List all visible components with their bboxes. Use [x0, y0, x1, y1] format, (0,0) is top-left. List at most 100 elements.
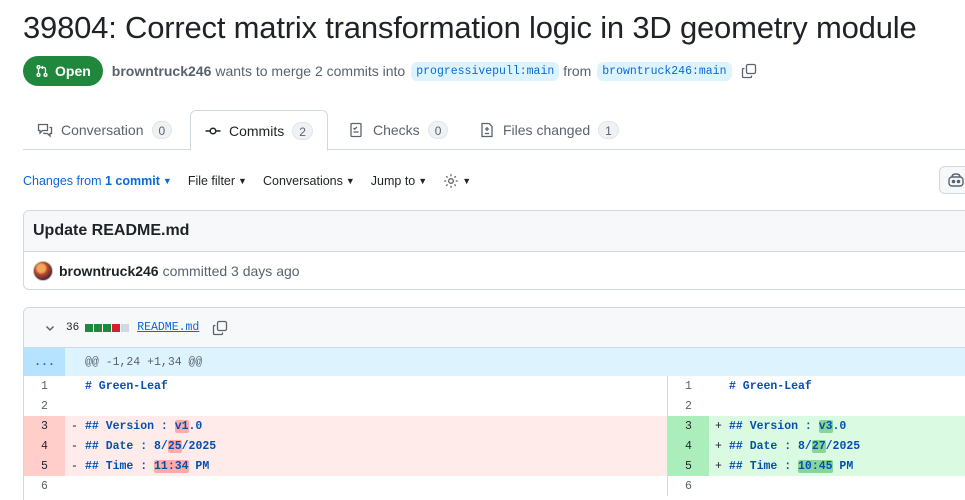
diff-line: 4- ## Date : 8/25/2025: [24, 436, 667, 456]
line-number[interactable]: 4: [24, 436, 65, 456]
line-number[interactable]: 1: [24, 376, 65, 396]
code-token: ## Time :: [729, 459, 799, 473]
chevron-down-icon[interactable]: [44, 322, 56, 334]
tab-files-changed[interactable]: Files changed 1: [465, 110, 633, 150]
jump-to-label: Jump to: [370, 174, 416, 188]
pr-state-badge: Open: [23, 56, 103, 86]
copy-icon[interactable]: [211, 319, 229, 337]
line-code: [65, 396, 667, 416]
diff-sign: -: [71, 439, 78, 453]
code-token: .0: [832, 419, 847, 433]
copilot-button[interactable]: [939, 166, 965, 194]
caret-down-icon: ▼: [162, 176, 172, 186]
line-number[interactable]: 3: [24, 416, 65, 436]
diff-line: 3 + ## Version : v3.0: [668, 416, 965, 436]
changes-prefix: Changes from: [23, 174, 102, 188]
diff-line: 5- ## Time : 11:34 PM: [24, 456, 667, 476]
pr-author-link[interactable]: browntruck246: [112, 63, 212, 79]
tab-conversation[interactable]: Conversation 0: [23, 110, 186, 150]
code-token: ## Version :: [85, 419, 175, 433]
gear-icon: [444, 174, 458, 188]
line-number[interactable]: 1: [668, 376, 709, 396]
line-code: - ## Time : 11:34 PM: [65, 456, 667, 476]
diff-settings-dropdown[interactable]: ▼: [443, 173, 471, 189]
commit-author-link[interactable]: browntruck246: [59, 263, 159, 279]
code-token: # Green-Leaf: [85, 379, 168, 393]
tab-conversation-label: Conversation: [61, 122, 144, 138]
code-token: ## Time :: [85, 459, 155, 473]
commit-card: Update README.md browntruck246 committed…: [23, 210, 965, 290]
line-number[interactable]: 2: [668, 396, 709, 416]
diff-toolbar: Changes from 1 commit ▼ File filter ▼ Co…: [23, 166, 965, 194]
diff-sign: [71, 480, 85, 493]
line-code: - ## Version : v1.0: [65, 416, 667, 436]
file-diff-icon: [481, 122, 493, 138]
tab-checks-label: Checks: [373, 122, 420, 138]
line-number[interactable]: 2: [24, 396, 65, 416]
tab-commits[interactable]: Commits 2: [190, 110, 328, 151]
line-number[interactable]: 6: [668, 476, 709, 496]
line-code: # Green-Leaf: [65, 376, 667, 396]
diff-right-side: 1 # Green-Leaf 2 3 + ## Version : v3.0 4 + ## …: [668, 376, 965, 496]
pr-from-text: from: [563, 63, 592, 79]
diff-sign: +: [715, 419, 722, 433]
diff-line: 1 # Green-Leaf: [24, 376, 667, 396]
diffstat-block: [112, 323, 121, 332]
jump-to-dropdown[interactable]: Jump to ▼: [371, 174, 427, 188]
diff-sign: +: [715, 439, 722, 453]
avatar[interactable]: [33, 261, 53, 281]
caret-down-icon: ▼: [462, 176, 472, 186]
tab-checks[interactable]: Checks 0: [335, 110, 462, 150]
base-branch-link[interactable]: progressivepull:main: [411, 61, 560, 81]
line-number[interactable]: 4: [668, 436, 709, 456]
code-token: 27: [811, 439, 826, 453]
tab-checks-count: 0: [427, 121, 449, 139]
code-token: # Green-Leaf: [729, 379, 812, 393]
file-header: 36 README.md: [24, 308, 965, 348]
head-branch-link[interactable]: browntruck246:main: [597, 61, 732, 81]
commit-meta: browntruck246 committed 3 days ago: [24, 252, 965, 289]
copy-icon[interactable]: [740, 62, 758, 80]
code-token: .0: [188, 419, 203, 433]
line-number[interactable]: 5: [24, 456, 65, 476]
commit-message[interactable]: Update README.md: [24, 211, 965, 252]
code-token: 11:34: [154, 459, 189, 473]
code-token: PM: [188, 459, 210, 473]
diff-line: 1 # Green-Leaf: [668, 376, 965, 396]
line-number[interactable]: 5: [668, 456, 709, 476]
line-code: - ## Date : 8/25/2025: [65, 436, 667, 456]
checklist-icon: [350, 122, 362, 138]
hunk-range: @@ -1,24 +1,34 @@: [85, 355, 203, 369]
hunk-header: ... @@ -1,24 +1,34 @@: [24, 348, 965, 376]
tab-commits-count: 2: [292, 121, 313, 140]
caret-down-icon: ▼: [238, 176, 247, 186]
split-diff: 1 # Green-Leaf 2 3- ## Version : v1.0 4- ## …: [24, 376, 965, 496]
line-number[interactable]: 6: [24, 476, 65, 496]
git-commit-icon: [205, 126, 221, 135]
expand-hunk-button[interactable]: ...: [24, 348, 65, 376]
code-token: PM: [832, 459, 854, 473]
conversations-dropdown[interactable]: Conversations ▼: [263, 174, 355, 188]
caret-down-icon: ▼: [345, 176, 355, 186]
changes-value: 1 commit: [105, 174, 160, 188]
code-token: v3: [818, 419, 833, 433]
diffstat-bar: [85, 323, 130, 332]
file-changes-count: 36: [66, 321, 80, 334]
code-token: /2025: [825, 439, 861, 453]
diff-sign: +: [715, 459, 722, 473]
diff-line: 3- ## Version : v1.0: [24, 416, 667, 436]
file-filter-dropdown[interactable]: File filter ▼: [188, 174, 247, 188]
diff-line: 5 + ## Time : 10:45 PM: [668, 456, 965, 476]
caret-down-icon: ▼: [418, 176, 428, 186]
line-code: + ## Time : 10:45 PM: [709, 456, 965, 476]
tab-commits-label: Commits: [229, 122, 285, 139]
changes-from-dropdown[interactable]: Changes from 1 commit ▼: [23, 174, 172, 188]
diff-line: 2: [668, 396, 965, 416]
file-name-link[interactable]: README.md: [137, 321, 199, 334]
line-number[interactable]: 3: [668, 416, 709, 436]
file-diff: 36 README.md ... @@ -1,24 +1,34 @@ 1 # G…: [23, 307, 965, 500]
git-pull-request-icon: [36, 65, 48, 77]
commit-time: committed 3 days ago: [162, 263, 300, 279]
diff-sign: [715, 480, 729, 493]
diff-sign: [715, 400, 729, 413]
